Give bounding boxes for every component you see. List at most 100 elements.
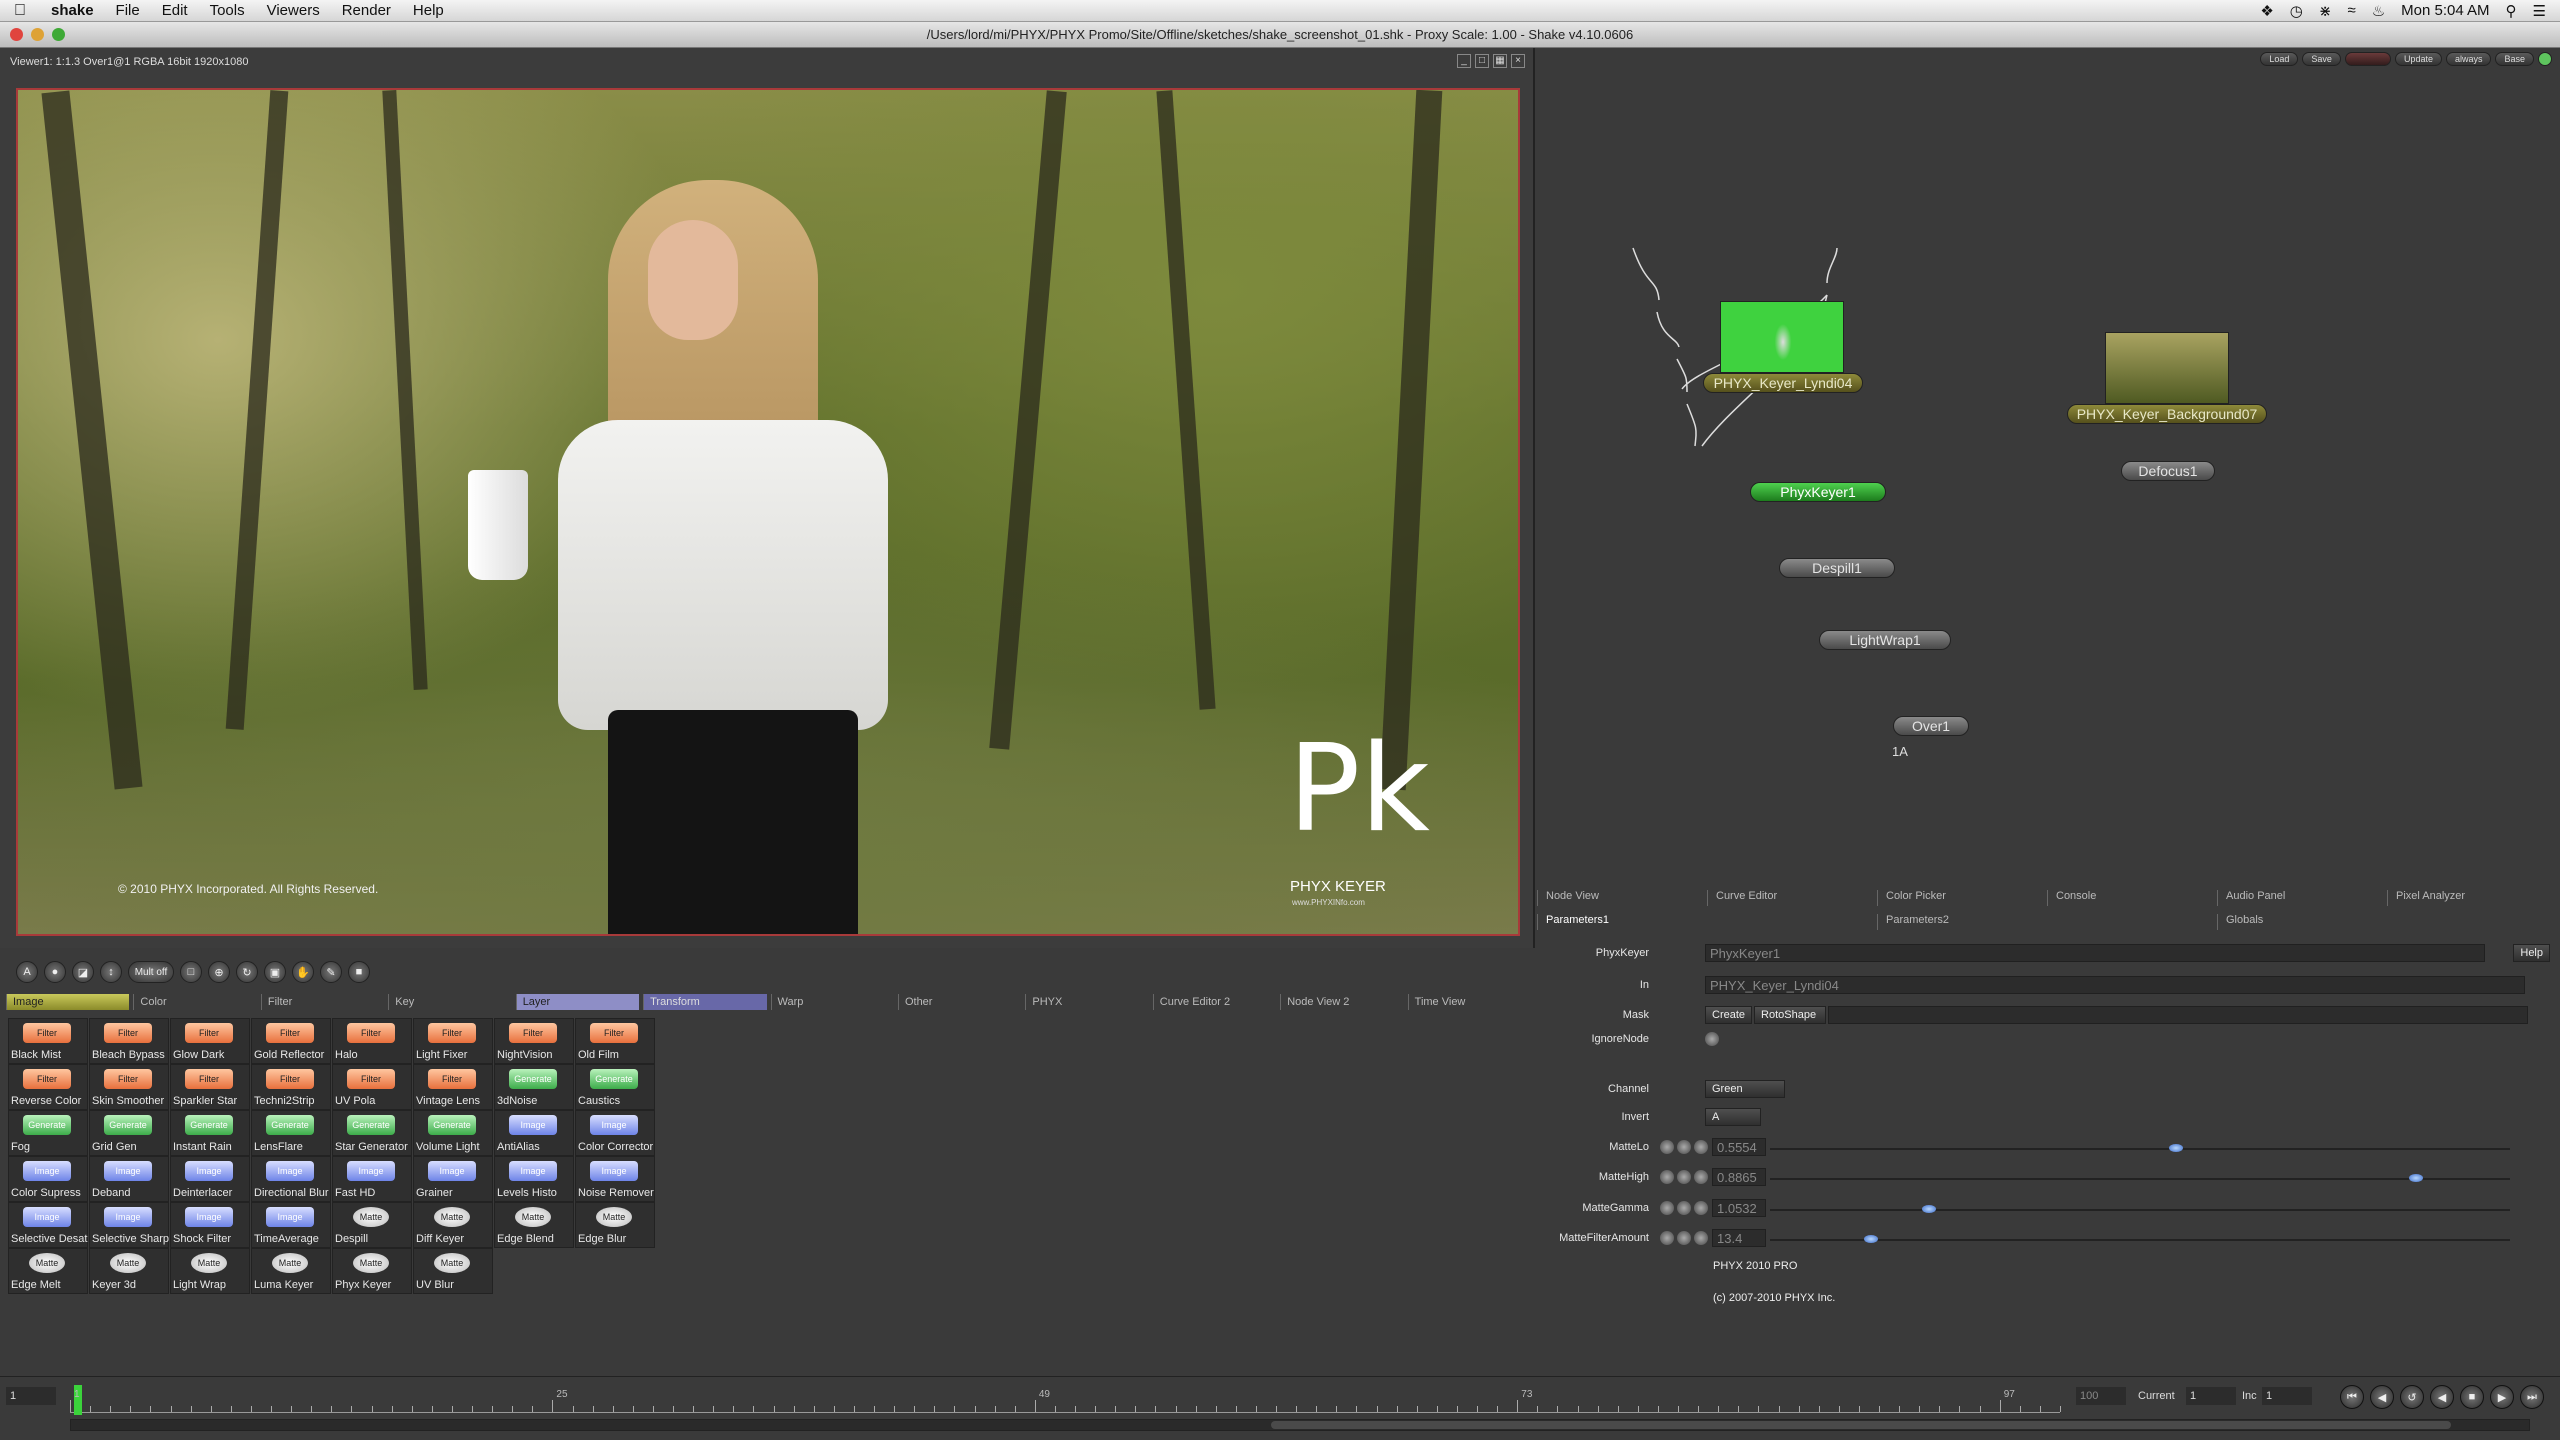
bluetooth-icon[interactable]: ⋇ — [2319, 2, 2332, 20]
mask-create-button[interactable]: Create — [1705, 1006, 1753, 1024]
tool-button[interactable]: Matte Edge Melt — [8, 1248, 88, 1294]
in-field[interactable]: PHYX_Keyer_Lyndi04 — [1705, 976, 2525, 994]
menu-tools[interactable]: Tools — [199, 2, 256, 19]
tool-button[interactable]: Filter Glow Dark — [170, 1018, 250, 1064]
roi-icon[interactable]: □ — [180, 961, 202, 983]
tool-button[interactable]: Generate Caustics — [575, 1064, 655, 1110]
tab-key[interactable]: Key — [388, 994, 511, 1010]
tool-button[interactable]: Filter Halo — [332, 1018, 412, 1064]
phyxkeyer-name-field[interactable]: PhyxKeyer1 — [1705, 944, 2485, 962]
tool-button[interactable]: Image Selective Desat — [8, 1202, 88, 1248]
overlay-icon[interactable]: ■ — [348, 961, 370, 983]
loop-icon[interactable]: ↺ — [2400, 1385, 2424, 1409]
tab-console[interactable]: Console — [2047, 890, 2217, 906]
mattefilter-curve-icon[interactable] — [1660, 1231, 1674, 1245]
tool-button[interactable]: Filter Skin Smoother — [89, 1064, 169, 1110]
node-despill[interactable]: Despill1 — [1779, 558, 1895, 578]
mattefilter-link-icon[interactable] — [1677, 1231, 1691, 1245]
mattefilter-slider-knob[interactable] — [1864, 1235, 1879, 1243]
go-to-end-icon[interactable]: ⏭ — [2520, 1385, 2544, 1409]
time-machine-icon[interactable]: ◷ — [2290, 2, 2303, 20]
tool-button[interactable]: Image AntiAlias — [494, 1110, 574, 1156]
brush-icon[interactable]: ✎ — [320, 961, 342, 983]
increment-field[interactable]: 1 — [2262, 1387, 2312, 1405]
tool-button[interactable]: Filter Techni2Strip — [251, 1064, 331, 1110]
mattehigh-field[interactable]: 0.8865 — [1712, 1168, 1766, 1186]
tool-button[interactable]: Matte Luma Keyer — [251, 1248, 331, 1294]
step-back-icon[interactable]: ◀ — [2370, 1385, 2394, 1409]
lut-icon[interactable]: ↕ — [100, 961, 122, 983]
tab-node-view[interactable]: Node View — [1537, 890, 1707, 906]
color-wheel-icon[interactable]: ● — [44, 961, 66, 983]
tool-button[interactable]: Filter Old Film — [575, 1018, 655, 1064]
volume-icon[interactable]: ♨ — [2372, 2, 2385, 20]
minimize-window-button[interactable] — [31, 28, 44, 41]
tab-time-view[interactable]: Time View — [1407, 994, 1531, 1010]
tool-button[interactable]: Image TimeAverage — [251, 1202, 331, 1248]
tool-button[interactable]: Image Selective Sharp — [89, 1202, 169, 1248]
tool-button[interactable]: Image Color Corrector — [575, 1110, 655, 1156]
list-icon[interactable]: ☰ — [2533, 2, 2546, 20]
background-thumbnail[interactable] — [2105, 332, 2229, 404]
tool-button[interactable]: Generate LensFlare — [251, 1110, 331, 1156]
tool-button[interactable]: Matte Light Wrap — [170, 1248, 250, 1294]
tool-button[interactable]: Filter Reverse Color — [8, 1064, 88, 1110]
tool-button[interactable]: Matte Edge Blur — [575, 1202, 655, 1248]
mattegamma-curve-icon[interactable] — [1660, 1201, 1674, 1215]
mattegamma-lock-icon[interactable] — [1694, 1201, 1708, 1215]
tool-button[interactable]: Matte Keyer 3d — [89, 1248, 169, 1294]
node-file-background[interactable]: PHYX_Keyer_Background07 — [2067, 404, 2267, 424]
tool-button[interactable]: Image Noise Remover — [575, 1156, 655, 1202]
timeline-start-field[interactable]: 1 — [6, 1387, 56, 1405]
channel-a-icon[interactable]: A — [16, 961, 38, 983]
menu-render[interactable]: Render — [331, 2, 402, 19]
tool-button[interactable]: Image Shock Filter — [170, 1202, 250, 1248]
tool-button[interactable]: Generate Fog — [8, 1110, 88, 1156]
mattehigh-slider[interactable] — [1770, 1174, 2510, 1182]
tool-button[interactable]: Matte Phyx Keyer — [332, 1248, 412, 1294]
tab-globals[interactable]: Globals — [2217, 914, 2557, 930]
tool-button[interactable]: Filter Vintage Lens — [413, 1064, 493, 1110]
mult-off-button[interactable]: Mult off — [128, 961, 174, 983]
tool-button[interactable]: Generate Instant Rain — [170, 1110, 250, 1156]
stop-icon[interactable]: ■ — [2460, 1385, 2484, 1409]
timeline-ruler[interactable]: 1 25 49 73 97 — [70, 1385, 2061, 1415]
viewer-split-icon[interactable]: ▦ — [1493, 54, 1507, 68]
mattelo-curve-icon[interactable] — [1660, 1140, 1674, 1154]
mattefilter-slider[interactable] — [1770, 1235, 2510, 1243]
apple-menu-icon[interactable]:  — [0, 2, 40, 20]
menu-help[interactable]: Help — [402, 2, 455, 19]
invert-select[interactable]: A — [1705, 1108, 1761, 1126]
mattehigh-curve-icon[interactable] — [1660, 1170, 1674, 1184]
channel-select[interactable]: Green — [1705, 1080, 1785, 1098]
tool-button[interactable]: Image Color Supress — [8, 1156, 88, 1202]
tab-other[interactable]: Other — [897, 994, 1021, 1010]
viewer-image[interactable]: © 2010 PHYX Incorporated. All Rights Res… — [16, 88, 1520, 936]
close-window-button[interactable] — [10, 28, 23, 41]
mask-shape-select[interactable]: RotoShape — [1754, 1006, 1827, 1024]
timeline-end-field[interactable]: 100 — [2076, 1387, 2126, 1405]
menu-app[interactable]: shake — [40, 2, 105, 19]
tab-parameters1[interactable]: Parameters1 — [1537, 914, 1877, 930]
tab-parameters2[interactable]: Parameters2 — [1877, 914, 2217, 930]
tool-button[interactable]: Matte Edge Blend — [494, 1202, 574, 1248]
node-over[interactable]: Over1 — [1893, 716, 1969, 736]
tab-audio-panel[interactable]: Audio Panel — [2217, 890, 2387, 906]
tool-button[interactable]: Matte Diff Keyer — [413, 1202, 493, 1248]
mattegamma-link-icon[interactable] — [1677, 1201, 1691, 1215]
mattegamma-slider-knob[interactable] — [1922, 1205, 1937, 1213]
tab-phyx[interactable]: PHYX — [1025, 994, 1148, 1010]
viewer-minimize-icon[interactable]: _ — [1457, 54, 1471, 68]
tool-button[interactable]: Filter Gold Reflector — [251, 1018, 331, 1064]
timeline-scroll-thumb[interactable] — [1271, 1421, 2451, 1429]
tool-button[interactable]: Filter Black Mist — [8, 1018, 88, 1064]
tool-button[interactable]: Image Fast HD — [332, 1156, 412, 1202]
tool-button[interactable]: Matte Despill — [332, 1202, 412, 1248]
tab-curve-editor-2[interactable]: Curve Editor 2 — [1152, 994, 1276, 1010]
mattelo-lock-icon[interactable] — [1694, 1140, 1708, 1154]
viewer-close-icon[interactable]: × — [1511, 54, 1525, 68]
tool-button[interactable]: Filter Bleach Bypass — [89, 1018, 169, 1064]
tool-button[interactable]: Generate Volume Light — [413, 1110, 493, 1156]
tab-pixel-analyzer[interactable]: Pixel Analyzer — [2387, 890, 2557, 906]
mattelo-link-icon[interactable] — [1677, 1140, 1691, 1154]
